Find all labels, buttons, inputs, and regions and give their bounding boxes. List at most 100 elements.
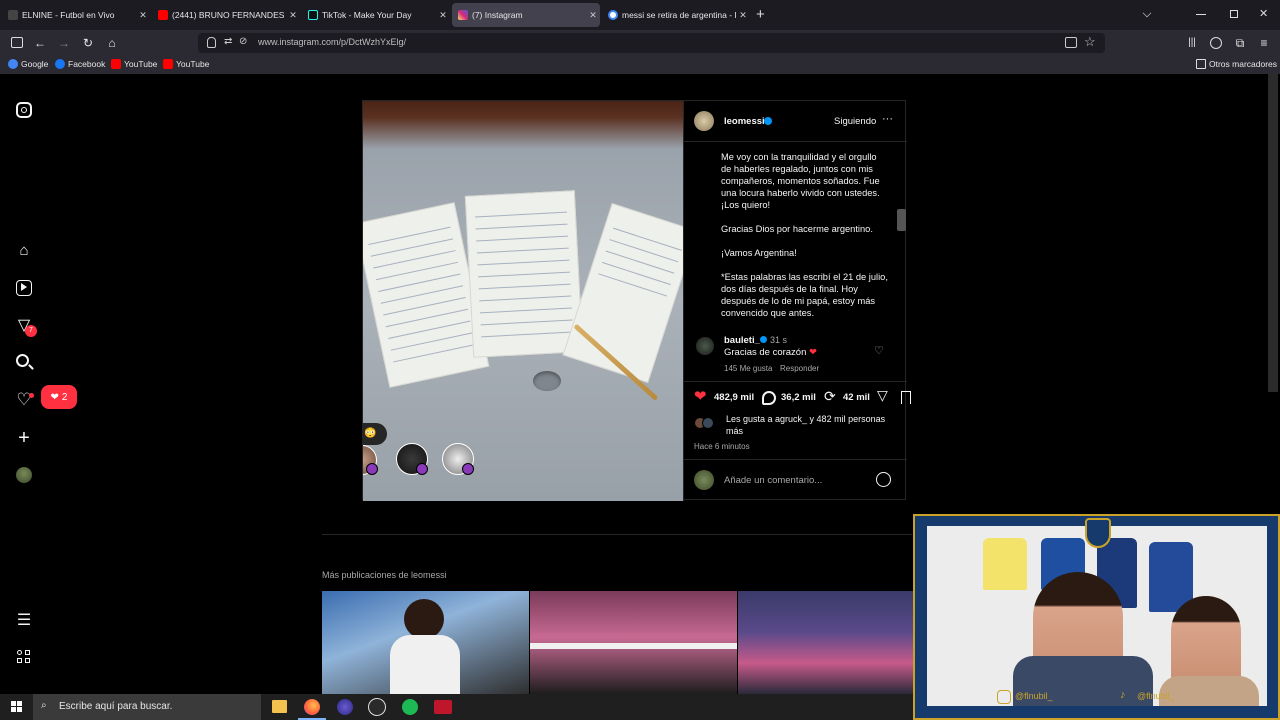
facebook-icon [55, 59, 65, 69]
firefox-icon[interactable] [304, 699, 320, 715]
google-icon [8, 59, 18, 69]
comment-input-divider [684, 459, 907, 460]
instagram-icon [997, 690, 1011, 704]
bookmark-google[interactable]: Google [8, 59, 48, 69]
close-icon[interactable]: ✕ [136, 10, 150, 21]
tab-list-chevron-icon[interactable] [1142, 8, 1152, 18]
close-icon[interactable]: ✕ [586, 10, 600, 21]
more-post-thumbnail[interactable] [322, 591, 529, 694]
url-text[interactable]: www.instagram.com/p/DctWzhYxElg/ [258, 37, 406, 47]
home-button[interactable]: ⌂ [104, 35, 120, 51]
app-icon[interactable] [337, 699, 353, 715]
taskbar-search-input[interactable]: ⌕ Escribe aquí para buscar. [33, 694, 261, 720]
extensions-icon[interactable]: ⧉ [1232, 35, 1248, 51]
reload-button[interactable]: ↻ [80, 35, 96, 51]
likes-count: 482,9 mil [714, 392, 755, 403]
menu-icon[interactable]: ≡ [1256, 35, 1272, 51]
reply-link[interactable]: Responder [780, 364, 819, 373]
close-icon[interactable]: ✕ [286, 10, 300, 21]
more-post-thumbnail[interactable] [530, 591, 737, 694]
repost-icon[interactable]: ⟳ [824, 388, 836, 405]
youtube-favicon-icon [158, 10, 168, 20]
commenter-username[interactable]: bauleti_ [724, 335, 760, 346]
bookmark-star-icon[interactable]: ☆ [1084, 34, 1096, 50]
window-close-icon[interactable]: ✕ [1259, 7, 1268, 20]
tab-youtube[interactable]: (2441) BRUNO FERNANDES MA ✕ [152, 3, 300, 27]
emoji-icon[interactable] [876, 472, 891, 487]
page-scrollbar[interactable] [1268, 74, 1278, 392]
home-icon[interactable]: ⌂ [15, 242, 33, 260]
instagram-handle: @flnubil_ [1015, 691, 1053, 701]
obs-icon[interactable] [368, 698, 386, 716]
permissions-icon[interactable]: ⇄ [224, 36, 232, 47]
menu-lines-icon[interactable]: ☰ [15, 612, 33, 630]
close-icon[interactable]: ✕ [436, 10, 450, 21]
liked-by-text[interactable]: Les gusta a agruck_ y 482 mil personas m… [726, 413, 896, 437]
new-tab-button[interactable]: + [756, 6, 765, 23]
windows-start-icon[interactable] [11, 701, 23, 713]
tab-google-search[interactable]: messi se retira de argentina - B ✕ [602, 3, 750, 27]
bookmark-youtube[interactable]: YouTube [111, 59, 157, 69]
posted-time: Hace 6 minutos [694, 442, 750, 451]
tab-title: (2441) BRUNO FERNANDES MA [172, 10, 286, 20]
comment-time: 31 s [770, 335, 788, 345]
media-blocked-icon[interactable]: ⊘ [239, 36, 247, 47]
banner-stripe [530, 643, 737, 649]
more-apps-icon[interactable] [17, 650, 31, 664]
cushion-button [533, 371, 561, 391]
post-side-panel: leomessi Siguiendo ··· Me voy con la tra… [683, 101, 911, 501]
add-comment-input[interactable]: Añade un comentario... [724, 475, 822, 486]
save-bookmark-icon[interactable] [901, 391, 911, 404]
close-icon[interactable]: ✕ [736, 10, 750, 21]
shield-icon[interactable] [207, 37, 216, 48]
commenter-avatar[interactable] [696, 337, 714, 355]
comment-likes[interactable]: 145 Me gusta [724, 364, 772, 373]
bookmark-youtube-2[interactable]: YouTube [163, 59, 209, 69]
search-icon: ⌕ [41, 700, 47, 711]
tab-instagram[interactable]: (7) Instagram ✕ [452, 3, 600, 27]
bookmark-facebook[interactable]: Facebook [55, 59, 105, 69]
file-explorer-icon[interactable] [272, 700, 287, 713]
player-shirt [390, 635, 460, 694]
own-avatar [694, 470, 714, 490]
forward-button[interactable]: → [56, 35, 72, 51]
caption-scrollbar[interactable] [897, 209, 906, 231]
other-bookmarks[interactable]: Otros marcadores [1196, 59, 1277, 69]
create-icon[interactable]: + [15, 428, 33, 448]
netflix-app-icon[interactable] [434, 700, 452, 714]
instagram-logo-icon[interactable] [16, 102, 32, 118]
activity-dot [29, 393, 34, 398]
more-options-icon[interactable]: ··· [882, 113, 893, 125]
tiktok-favicon-icon [308, 10, 318, 20]
sidebar-toggle-icon[interactable] [11, 37, 23, 48]
bookmarks-bar: Google Facebook YouTube YouTube Otros ma… [0, 56, 1280, 74]
author-avatar[interactable] [694, 111, 714, 131]
restore-icon[interactable] [1230, 10, 1238, 18]
account-icon[interactable] [1210, 37, 1222, 49]
share-icon[interactable]: ▽ [877, 387, 888, 404]
search-icon[interactable] [16, 354, 34, 370]
address-bar[interactable]: ⇄ ⊘ www.instagram.com/p/DctWzhYxElg/ ☆ [198, 33, 1105, 53]
reader-view-icon[interactable] [1065, 37, 1077, 48]
like-heart-icon[interactable]: ❤ [694, 387, 707, 405]
tab-elnine[interactable]: ELNINE - Futbol en Vivo ✕ [2, 3, 150, 27]
back-button[interactable]: ← [32, 35, 48, 51]
comment-like-heart-icon[interactable]: ♡ [874, 344, 884, 357]
liker-avatar [702, 417, 714, 429]
comment-bubble-icon[interactable] [762, 391, 776, 405]
author-username[interactable]: leomessi [724, 116, 765, 127]
profile-avatar[interactable] [16, 467, 32, 483]
music-note-icon [416, 463, 428, 475]
minimize-icon[interactable] [1196, 14, 1206, 15]
post-photo[interactable]: 😳😳 [363, 101, 683, 501]
spotify-icon[interactable] [402, 699, 418, 715]
tab-tiktok[interactable]: TikTok - Make Your Day ✕ [302, 3, 450, 27]
comments-count: 36,2 mil [781, 392, 816, 403]
youtube-icon [163, 59, 173, 69]
reaction-bubble: 😳😳 [363, 423, 387, 445]
likes-notification-bubble[interactable]: ❤ 2 [41, 385, 77, 409]
more-post-thumbnail[interactable] [738, 591, 913, 694]
library-icon[interactable]: ||| [1184, 35, 1200, 51]
following-button[interactable]: Siguiendo [834, 116, 876, 127]
reels-icon[interactable] [16, 280, 32, 296]
